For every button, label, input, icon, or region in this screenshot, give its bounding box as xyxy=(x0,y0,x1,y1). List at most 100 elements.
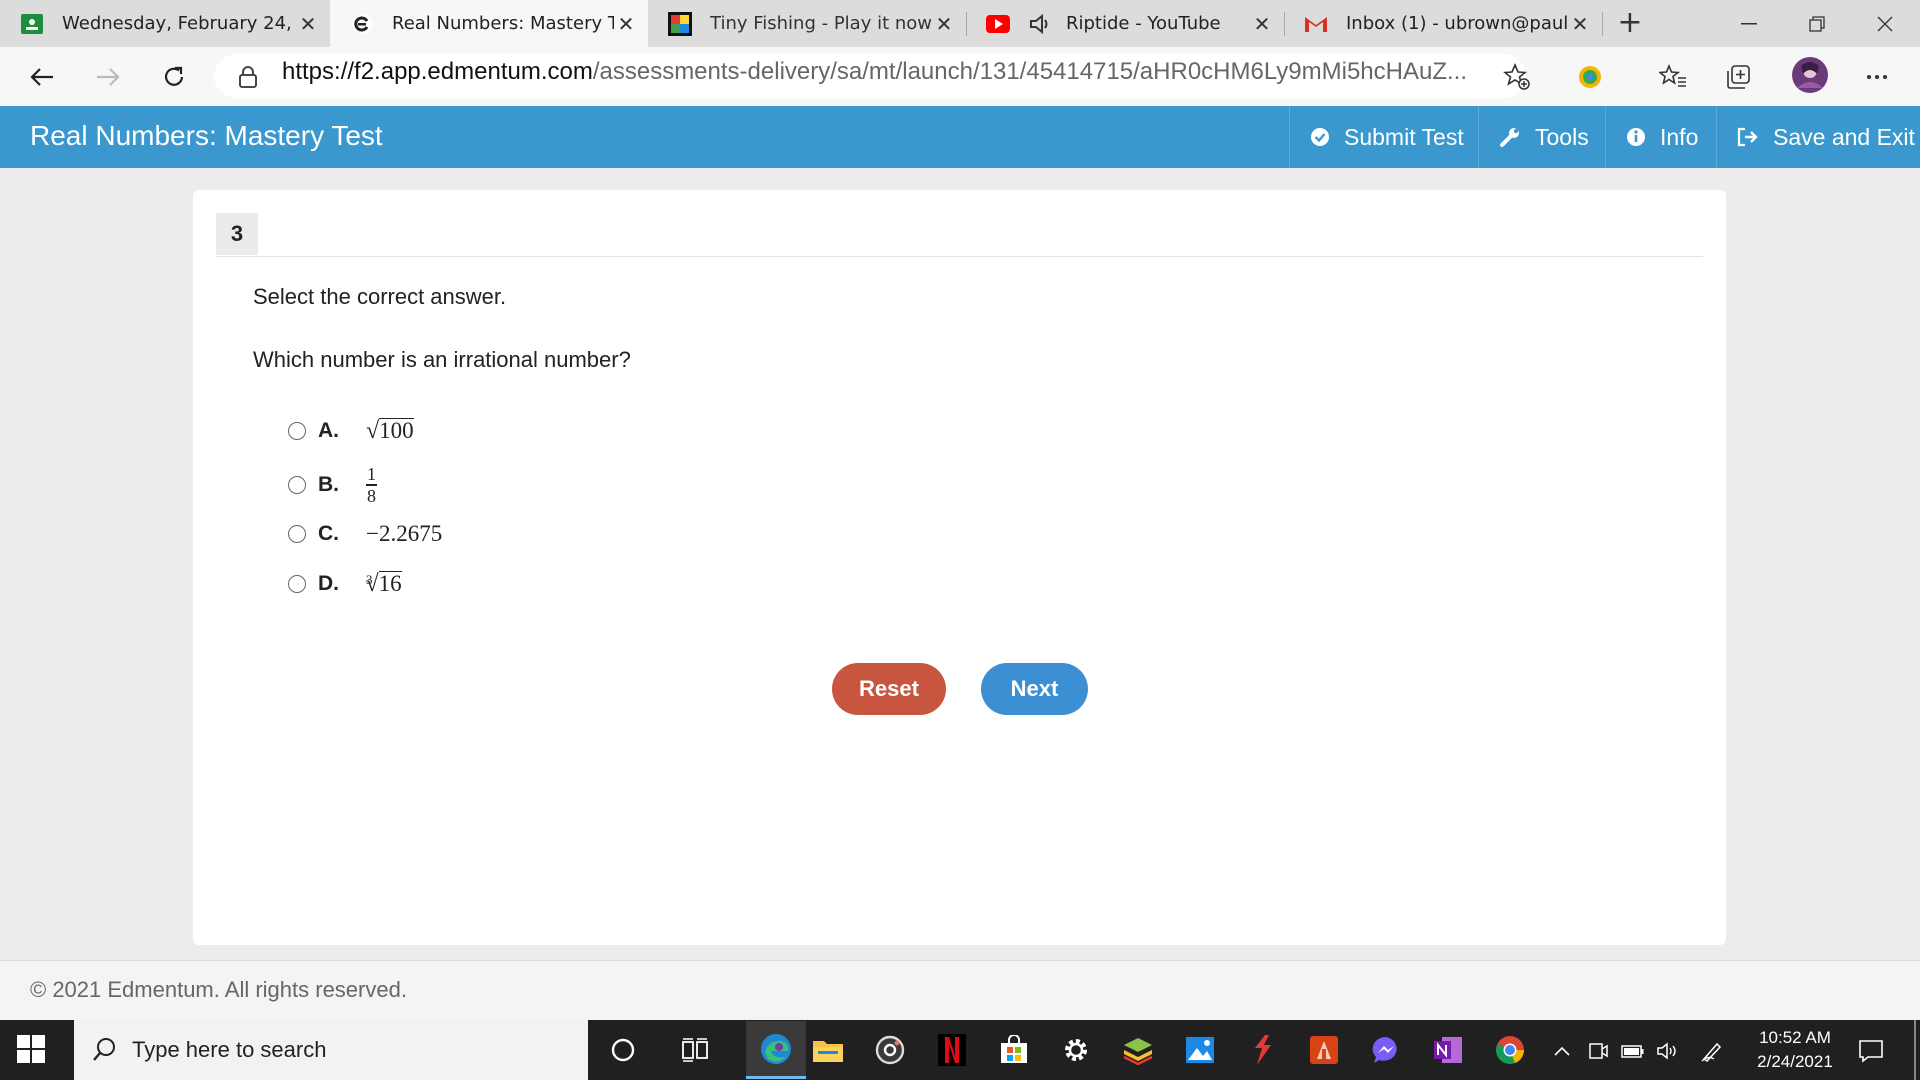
page-footer: © 2021 Edmentum. All rights reserved. xyxy=(0,960,1920,1021)
bluestacks-icon[interactable] xyxy=(1118,1030,1158,1070)
tab-classroom[interactable]: Wednesday, February 24, 2021 ✕ xyxy=(0,0,330,47)
tab-title: Real Numbers: Mastery Test xyxy=(392,13,614,34)
browser-tab-strip: Wednesday, February 24, 2021 ✕ Real Numb… xyxy=(0,0,1920,47)
question-number: 3 xyxy=(216,213,258,255)
show-hidden-icons-chevron-icon[interactable] xyxy=(1549,1039,1575,1063)
edmentum-icon xyxy=(350,12,374,36)
game-icon xyxy=(668,11,692,36)
tab-mastery-test[interactable]: Real Numbers: Mastery Test ✕ xyxy=(330,0,648,47)
refresh-icon[interactable] xyxy=(154,57,194,97)
tab-separator xyxy=(1284,12,1285,36)
new-tab-button[interactable]: + xyxy=(1614,8,1646,40)
tab-title: Inbox (1) - ubrown@pauldi xyxy=(1346,13,1568,34)
close-tab-icon[interactable]: ✕ xyxy=(1250,12,1274,36)
volume-icon[interactable] xyxy=(1655,1039,1681,1063)
tab-youtube[interactable]: Riptide - YouTube ✕ xyxy=(966,0,1284,47)
pen-icon[interactable] xyxy=(1699,1039,1725,1063)
answer-option-c[interactable]: C. −2.2675 xyxy=(288,514,442,554)
tools-button[interactable]: Tools xyxy=(1478,106,1605,168)
restore-icon[interactable] xyxy=(1784,0,1850,47)
option-a-radio[interactable] xyxy=(288,422,306,440)
url-path: /assessments-delivery/sa/mt/launch/131/4… xyxy=(592,58,1467,85)
close-tab-icon[interactable]: ✕ xyxy=(296,12,320,36)
favorites-icon[interactable] xyxy=(1658,62,1688,92)
avatar[interactable] xyxy=(1790,55,1830,95)
close-tab-icon[interactable]: ✕ xyxy=(614,12,638,36)
copyright-text: © 2021 Edmentum. All rights reserved. xyxy=(30,977,407,1002)
taskbar-search-box[interactable]: Type here to search xyxy=(74,1020,588,1080)
info-label: Info xyxy=(1660,123,1699,150)
save-and-exit-label: Save and Exit xyxy=(1773,123,1915,150)
collections-icon[interactable] xyxy=(1724,62,1754,92)
microsoft-store-icon[interactable] xyxy=(994,1030,1034,1070)
back-arrow-icon[interactable] xyxy=(22,57,62,97)
submit-test-button[interactable]: Submit Test xyxy=(1289,106,1478,168)
cortana-icon[interactable] xyxy=(603,1030,643,1070)
messenger-icon[interactable] xyxy=(1366,1030,1406,1070)
close-tab-icon[interactable]: ✕ xyxy=(1568,12,1592,36)
settings-gear-icon[interactable] xyxy=(1056,1030,1096,1070)
google-classroom-icon xyxy=(20,12,44,36)
minimize-icon[interactable] xyxy=(1716,0,1782,47)
app-header: Real Numbers: Mastery Test Submit Test T… xyxy=(0,106,1920,168)
add-favorite-icon[interactable] xyxy=(1502,62,1532,92)
tab-title: Riptide - YouTube xyxy=(1066,13,1221,34)
option-d-radio[interactable] xyxy=(288,575,306,593)
option-label: C. xyxy=(318,522,339,545)
search-placeholder: Type here to search xyxy=(132,1037,327,1062)
option-c-radio[interactable] xyxy=(288,525,306,543)
exit-icon xyxy=(1737,127,1759,147)
edge-taskbar-icon[interactable] xyxy=(746,1021,806,1079)
option-b-radio[interactable] xyxy=(288,476,306,494)
option-d-value: 3 √ 16 xyxy=(365,571,402,597)
photos-icon[interactable] xyxy=(1180,1030,1220,1070)
url-host: https://f2.app.edmentum.com xyxy=(282,58,593,85)
forward-arrow-icon[interactable] xyxy=(88,57,128,97)
tab-title: Tiny Fishing - Play it now at xyxy=(710,13,932,34)
youtube-icon xyxy=(986,12,1010,36)
tab-gmail[interactable]: Inbox (1) - ubrown@pauldi ✕ xyxy=(1284,0,1602,47)
option-b-value: 1 8 xyxy=(366,465,377,505)
question-instruction: Select the correct answer. xyxy=(253,284,507,309)
answer-option-a[interactable]: A. √ 100 xyxy=(288,411,414,451)
option-label: D. xyxy=(318,572,339,595)
close-window-icon[interactable] xyxy=(1852,0,1918,47)
show-desktop-button[interactable] xyxy=(1914,1020,1916,1080)
next-button[interactable]: Next xyxy=(981,663,1088,715)
more-options-icon[interactable] xyxy=(1862,62,1892,92)
reset-button[interactable]: Reset xyxy=(832,663,946,715)
search-icon xyxy=(92,1037,116,1067)
task-view-icon[interactable] xyxy=(675,1030,715,1070)
netflix-icon[interactable] xyxy=(932,1030,972,1070)
option-label: B. xyxy=(318,473,339,496)
tab-tiny-fishing[interactable]: Tiny Fishing - Play it now at ✕ xyxy=(648,0,966,47)
url-text[interactable]: https://f2.app.edmentum.com/assessments-… xyxy=(282,57,1467,87)
answer-option-b[interactable]: B. 1 8 xyxy=(288,462,377,508)
system-clock[interactable]: 10:52 AM 2/24/2021 xyxy=(1735,1026,1855,1074)
windows-taskbar: Type here to search 10:52 AM 2/24/2021 xyxy=(0,1020,1920,1080)
game-app-icon[interactable] xyxy=(1242,1030,1282,1070)
check-circle-icon xyxy=(1310,127,1330,147)
battery-icon[interactable] xyxy=(1620,1039,1646,1063)
wrench-icon xyxy=(1499,126,1521,148)
extension-icon[interactable] xyxy=(1575,62,1605,92)
office-app-icon[interactable] xyxy=(1304,1030,1344,1070)
windows-start-icon[interactable] xyxy=(14,1034,50,1066)
onenote-icon[interactable] xyxy=(1428,1030,1468,1070)
info-button[interactable]: Info xyxy=(1605,106,1716,168)
answer-option-d[interactable]: D. 3 √ 16 xyxy=(288,564,402,604)
notifications-icon[interactable] xyxy=(1858,1039,1884,1063)
clock-date: 2/24/2021 xyxy=(1757,1052,1833,1071)
gmail-icon xyxy=(1304,12,1328,36)
chrome-icon[interactable] xyxy=(1490,1030,1530,1070)
media-player-icon[interactable] xyxy=(870,1030,910,1070)
meet-now-icon[interactable] xyxy=(1585,1039,1611,1063)
submit-test-label: Submit Test xyxy=(1344,123,1464,150)
fraction-numerator: 1 xyxy=(367,464,376,485)
speaker-icon[interactable] xyxy=(1028,12,1052,36)
save-and-exit-button[interactable]: Save and Exit xyxy=(1716,106,1920,168)
lock-icon[interactable] xyxy=(233,62,263,92)
close-tab-icon[interactable]: ✕ xyxy=(932,12,956,36)
divider xyxy=(216,256,1703,257)
file-explorer-icon[interactable] xyxy=(808,1030,848,1070)
